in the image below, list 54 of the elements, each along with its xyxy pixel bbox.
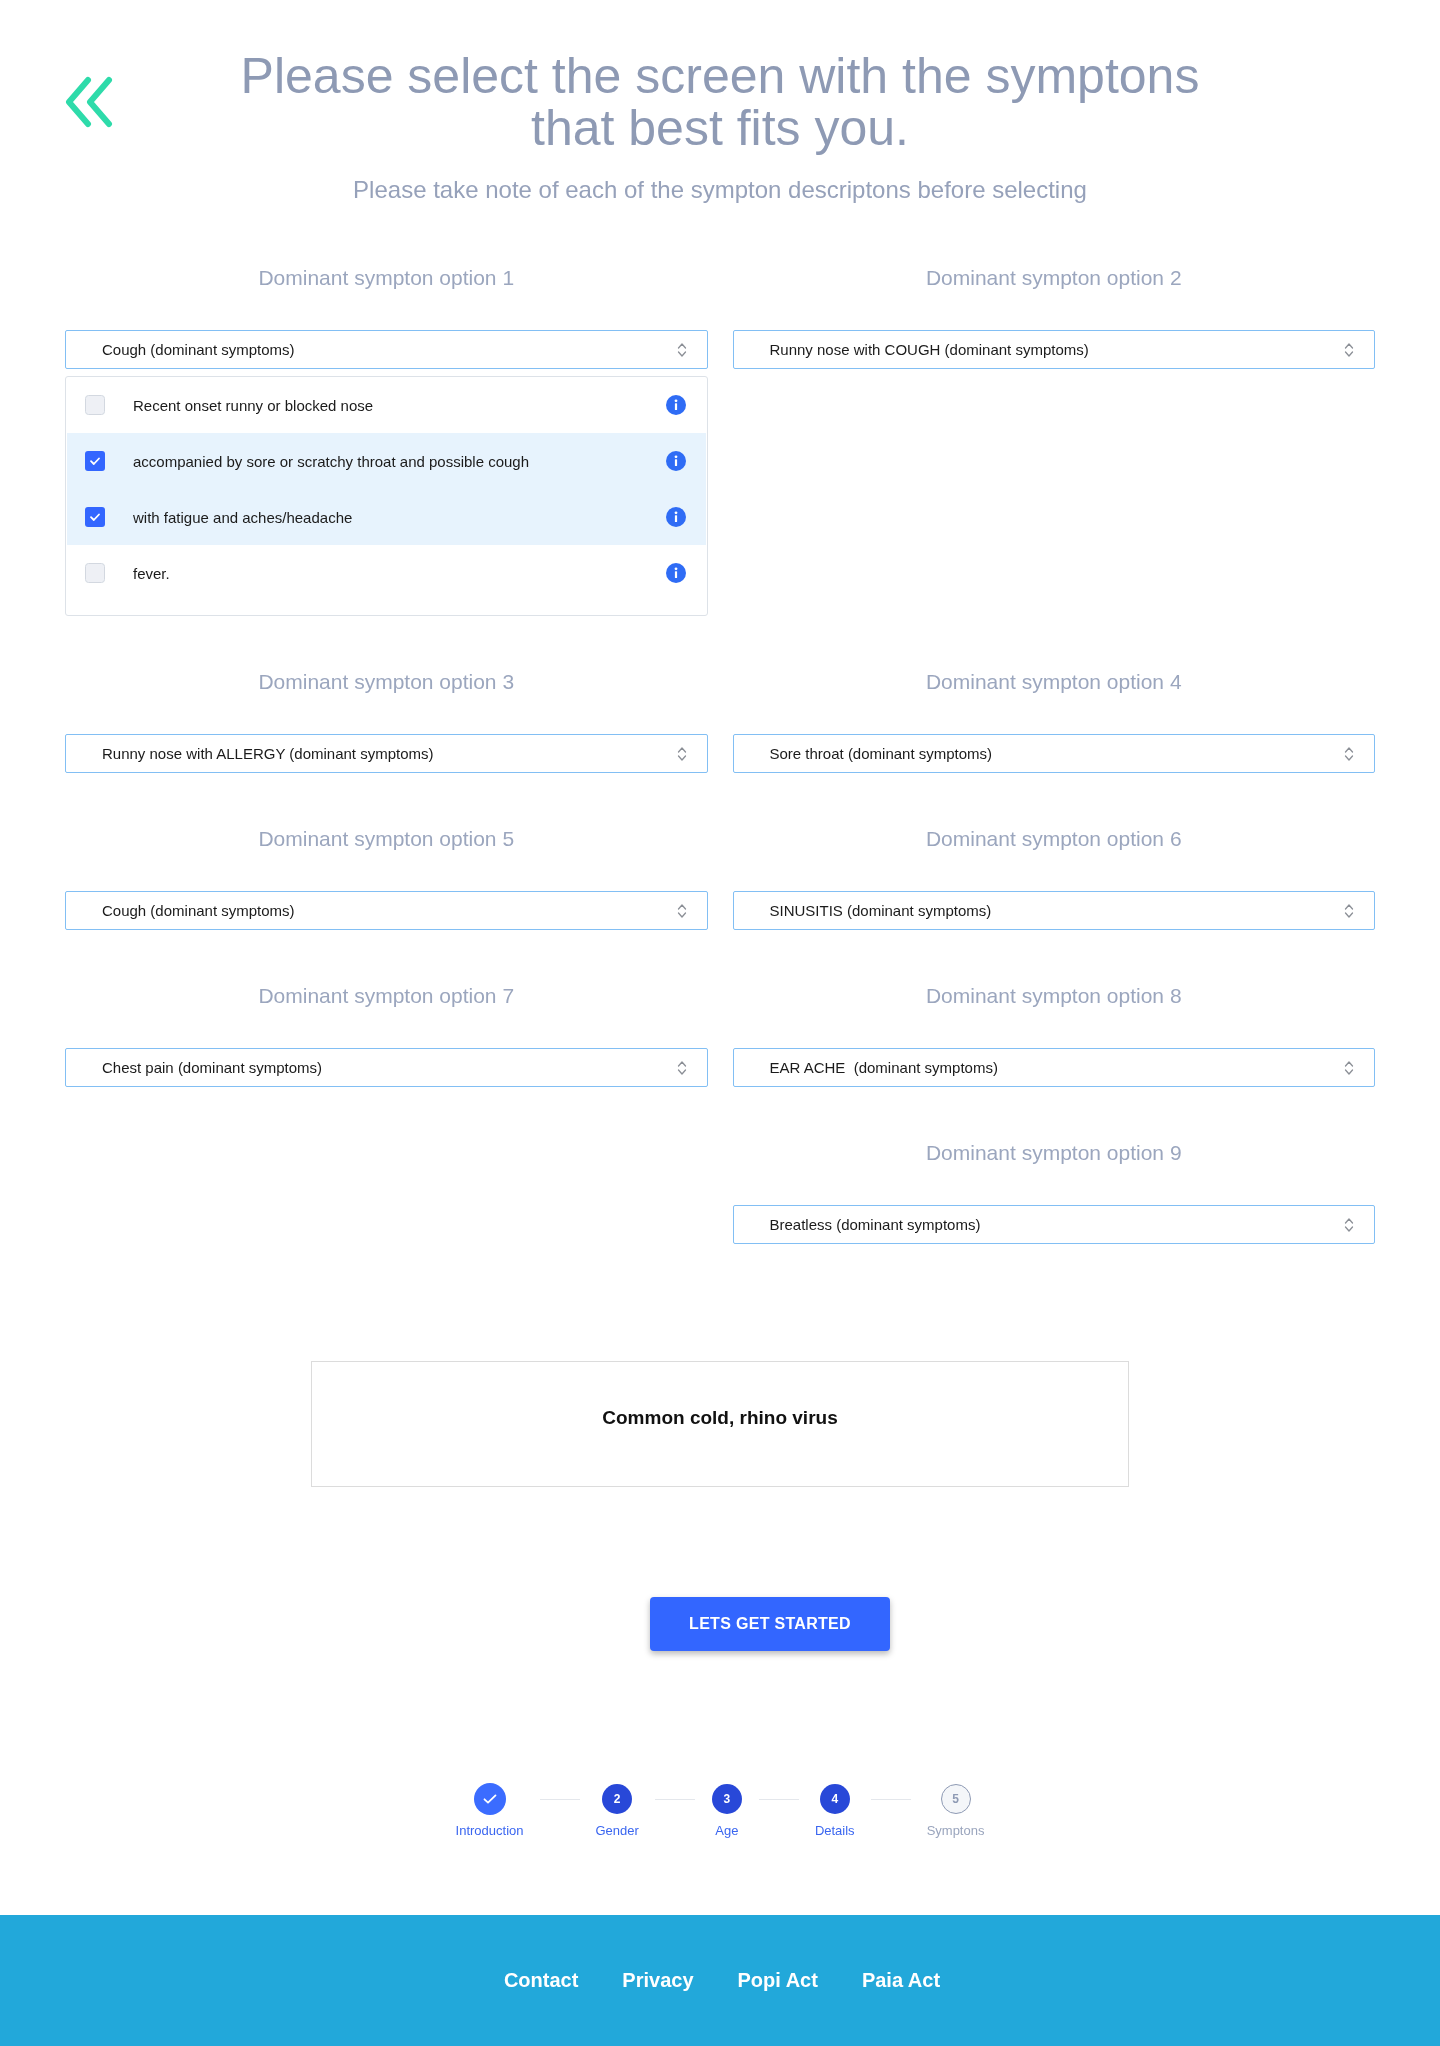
chevron-up-down-icon xyxy=(1344,1059,1354,1076)
chevron-up-down-icon xyxy=(1344,902,1354,919)
option-label: Dominant sympton option 9 xyxy=(925,1140,1182,1166)
symptom-select[interactable]: Breatless (dominant symptoms) xyxy=(732,1205,1375,1244)
step-label: Gender xyxy=(595,1823,639,1839)
chevron-up-down-icon xyxy=(676,745,687,762)
checkbox[interactable] xyxy=(85,563,105,583)
step-label: Symptons xyxy=(926,1823,985,1839)
step-number: 2 xyxy=(602,1784,633,1814)
symptom-select[interactable]: SINUSITIS (dominant symptoms) xyxy=(732,891,1375,930)
chevron-up-down-icon xyxy=(676,902,687,919)
symptom-select[interactable]: Cough (dominant symptoms) xyxy=(65,330,708,369)
chevron-up-down-icon xyxy=(676,341,687,358)
page-subtitle: Please take note of each of the sympton descriptons before selecting xyxy=(353,175,1087,205)
symptom-select[interactable]: EAR ACHE (dominant symptoms) xyxy=(732,1048,1375,1087)
selected-row[interactable]: with fatigue and aches/headache xyxy=(67,489,706,545)
option-text: fever. xyxy=(133,564,171,582)
checkbox[interactable] xyxy=(85,451,105,471)
option-text: with fatigue and aches/headache xyxy=(133,508,354,526)
option-label: Dominant sympton option 3 xyxy=(258,669,515,695)
chevron-up-down-icon xyxy=(1344,745,1354,762)
info-icon[interactable] xyxy=(665,395,686,415)
checkbox[interactable] xyxy=(85,507,105,527)
symptom-select[interactable]: Runny nose with COUGH (dominant symptoms) xyxy=(732,330,1375,369)
step-label: Age xyxy=(715,1823,739,1839)
symptom-select[interactable]: Chest pain (dominant symptoms) xyxy=(65,1048,708,1087)
option-text: accompanied by sore or scratchy throat and possible cough xyxy=(133,452,531,470)
chevron-up-down-icon xyxy=(676,1059,687,1076)
step-number: 5 xyxy=(940,1784,971,1814)
selected-row[interactable]: accompanied by sore or scratchy throat and possible cough xyxy=(67,433,706,489)
start-button[interactable]: LETS GET STARTED xyxy=(650,1597,890,1651)
info-icon[interactable] xyxy=(665,507,686,527)
option-label: Dominant sympton option 8 xyxy=(925,983,1182,1009)
option-label: Dominant sympton option 4 xyxy=(925,669,1182,695)
chevron-up-down-icon xyxy=(1344,341,1354,358)
checkbox[interactable] xyxy=(85,395,105,415)
step-label: Details xyxy=(814,1823,855,1839)
info-icon[interactable] xyxy=(665,563,686,583)
option-label: Dominant sympton option 6 xyxy=(925,826,1182,852)
result-text: Common cold, rhino virus xyxy=(602,1406,838,1430)
page-title: Please select the screen with the symptons that best fits you. xyxy=(239,50,1201,154)
step-number: 4 xyxy=(819,1784,850,1814)
info-icon[interactable] xyxy=(665,451,686,471)
option-label: Dominant sympton option 2 xyxy=(925,265,1182,291)
option-text: Recent onset runny or blocked nose xyxy=(133,396,375,414)
chevron-up-down-icon xyxy=(1344,1216,1354,1233)
option-label: Dominant sympton option 1 xyxy=(258,265,515,291)
symptom-select[interactable]: Cough (dominant symptoms) xyxy=(65,891,708,930)
step-label: Introduction xyxy=(455,1823,524,1839)
option-label: Dominant sympton option 7 xyxy=(258,983,515,1009)
symptom-select[interactable]: Runny nose with ALLERGY (dominant symptoms) xyxy=(65,734,708,773)
option-label: Dominant sympton option 5 xyxy=(258,826,515,852)
step-number: 3 xyxy=(711,1784,742,1814)
symptom-select[interactable]: Sore throat (dominant symptoms) xyxy=(732,734,1375,773)
